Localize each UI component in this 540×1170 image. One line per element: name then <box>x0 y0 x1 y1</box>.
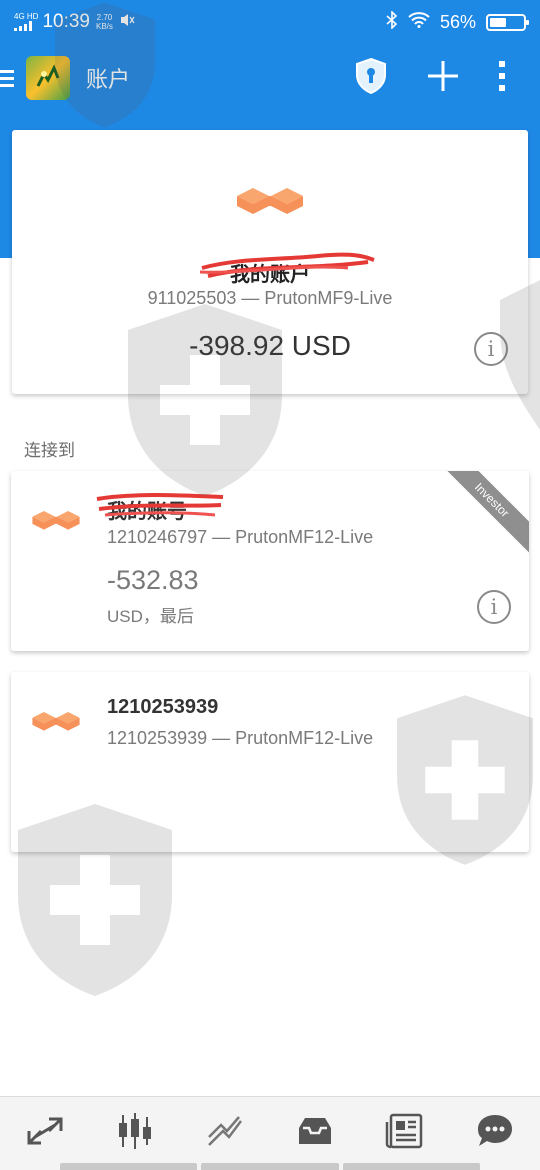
account-card[interactable]: 我的账号 1210246797 — PrutonMF12-Live -532.8… <box>11 471 529 651</box>
info-icon[interactable]: i <box>474 332 508 366</box>
account-number-server: 1210246797 — PrutonMF12-Live <box>107 527 374 547</box>
broker-logo-icon <box>32 712 80 731</box>
menu-icon[interactable] <box>0 44 28 112</box>
wifi-icon <box>408 11 430 33</box>
add-icon[interactable] <box>426 59 460 98</box>
shield-icon[interactable] <box>354 57 388 100</box>
speed-value: 2.70 <box>96 13 113 22</box>
account-number-server: 911025503 — PrutonMF9-Live <box>147 288 393 308</box>
more-vert-icon[interactable] <box>498 60 506 97</box>
history-icon[interactable] <box>285 1103 345 1159</box>
battery-icon <box>486 13 529 31</box>
account-balance-note: USD，最后 <box>107 607 194 626</box>
section-label-connected: 连接到 <box>24 441 75 460</box>
signal-icon: 4G HD <box>14 11 39 32</box>
bluetooth-icon <box>386 9 398 34</box>
broker-logo-icon <box>237 188 303 214</box>
chart-icon[interactable] <box>105 1103 165 1159</box>
account-name: 我的账户 <box>230 264 310 286</box>
bottom-navigation <box>0 1096 540 1170</box>
account-card[interactable]: 1210253939 1210253939 — PrutonMF12-Live <box>11 672 529 852</box>
account-number-server: 1210253939 — PrutonMF12-Live <box>107 728 374 748</box>
network-speed: 2.70 KB/s <box>96 13 113 31</box>
messages-icon[interactable] <box>465 1103 525 1159</box>
app-logo <box>26 56 70 100</box>
page-title: 账户 <box>86 67 131 92</box>
account-name: 1210253939 <box>107 696 219 718</box>
investor-badge: Investor <box>438 471 529 554</box>
news-icon[interactable] <box>375 1103 435 1159</box>
trade-icon[interactable] <box>195 1103 255 1159</box>
speed-unit: KB/s <box>96 22 113 31</box>
battery-fill <box>490 17 507 27</box>
account-balance: -398.92 USD <box>189 330 351 361</box>
current-account-card[interactable]: 我的账户 911025503 — PrutonMF9-Live -398.92 … <box>12 130 528 394</box>
clock: 10:39 <box>42 11 90 32</box>
status-bar: 4G HD 10:39 2.70 KB/s 56% <box>0 0 540 44</box>
account-name: 我的账号 <box>107 501 187 523</box>
mute-icon <box>119 12 135 33</box>
info-icon[interactable]: i <box>477 590 511 624</box>
network-type: 4G HD <box>14 11 39 21</box>
battery-percent: 56% <box>439 11 476 32</box>
gesture-bar <box>60 1163 480 1170</box>
app-bar: 账户 <box>0 44 540 112</box>
quotes-icon[interactable] <box>15 1103 75 1159</box>
broker-logo-icon <box>32 511 80 530</box>
account-balance: -532.83 <box>107 565 199 595</box>
